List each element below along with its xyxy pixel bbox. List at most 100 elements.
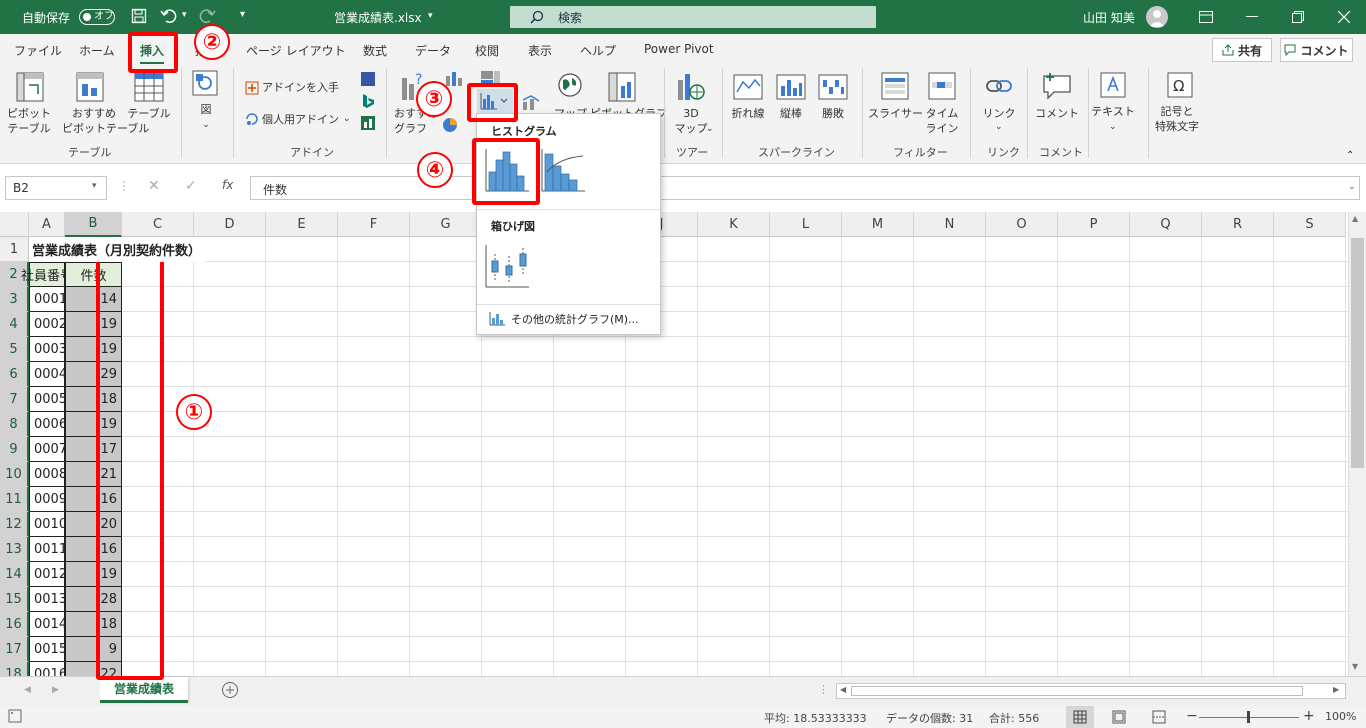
row-header[interactable]: 1 bbox=[0, 237, 29, 262]
redo-icon[interactable] bbox=[198, 8, 216, 24]
employee-id-cell[interactable]: 0002 bbox=[29, 312, 67, 337]
column-header-s[interactable]: S bbox=[1274, 212, 1346, 237]
employee-id-cell[interactable]: 0011 bbox=[29, 537, 67, 562]
employee-id-cell[interactable]: 0005 bbox=[29, 387, 67, 412]
page-layout-view-icon[interactable] bbox=[1112, 710, 1126, 724]
personal-addins-icon[interactable] bbox=[245, 112, 259, 126]
symbols-label[interactable]: 記号と 特殊文字 bbox=[1146, 104, 1208, 134]
symbol-icon[interactable]: Ω bbox=[1167, 72, 1193, 98]
search-box[interactable]: 検索 bbox=[510, 6, 876, 28]
tab-review[interactable]: 校閲 bbox=[475, 42, 499, 59]
link-icon[interactable] bbox=[985, 74, 1013, 98]
link-label[interactable]: リンク bbox=[980, 106, 1018, 121]
enter-icon[interactable]: ✓ bbox=[185, 178, 197, 194]
name-box-chevron-icon[interactable]: ▾ bbox=[92, 181, 97, 191]
select-all-corner[interactable] bbox=[0, 212, 29, 237]
employee-id-cell[interactable]: 0013 bbox=[29, 587, 67, 612]
autosave-toggle[interactable]: オフ bbox=[79, 9, 115, 25]
row-header[interactable]: 4 bbox=[0, 312, 29, 337]
ribbon-display-icon[interactable] bbox=[1183, 0, 1229, 34]
row-header[interactable]: 18 bbox=[0, 662, 29, 676]
scroll-left-icon[interactable]: ◀ bbox=[840, 685, 846, 694]
sparkline-winloss-icon[interactable] bbox=[818, 74, 848, 100]
personal-addins-label[interactable]: 個人用アドイン bbox=[262, 112, 339, 127]
header-cell-employee-id[interactable]: 社員番号 bbox=[21, 262, 73, 287]
employee-id-cell[interactable]: 0016 bbox=[29, 662, 67, 676]
people-graph-icon[interactable] bbox=[361, 116, 375, 130]
employee-id-cell[interactable]: 0007 bbox=[29, 437, 67, 462]
column-header-a[interactable]: A bbox=[29, 212, 65, 237]
zoom-slider-thumb[interactable] bbox=[1247, 711, 1250, 723]
column-header-n[interactable]: N bbox=[914, 212, 986, 237]
next-sheet-icon[interactable]: ▶ bbox=[52, 685, 59, 695]
slicer-icon[interactable] bbox=[881, 72, 909, 100]
column-header-f[interactable]: F bbox=[338, 212, 410, 237]
tab-home[interactable]: ホーム bbox=[79, 42, 115, 59]
column-header-b[interactable]: B bbox=[65, 212, 122, 237]
vertical-scroll-thumb[interactable] bbox=[1351, 238, 1364, 468]
column-header-k[interactable]: K bbox=[698, 212, 770, 237]
pivot-table-icon[interactable] bbox=[16, 72, 44, 102]
figure-icon[interactable] bbox=[192, 70, 218, 96]
table-icon[interactable] bbox=[134, 72, 164, 102]
file-name-chevron-icon[interactable]: ▾ bbox=[428, 11, 433, 21]
row-header[interactable]: 16 bbox=[0, 612, 29, 637]
employee-id-cell[interactable]: 0001 bbox=[29, 287, 67, 312]
text-chevron-icon[interactable]: ⌄ bbox=[1109, 120, 1117, 135]
new-comment-icon[interactable] bbox=[1042, 72, 1072, 100]
row-header[interactable]: 13 bbox=[0, 537, 29, 562]
row-header[interactable]: 9 bbox=[0, 437, 29, 462]
employee-id-cell[interactable]: 0003 bbox=[29, 337, 67, 362]
row-header[interactable]: 8 bbox=[0, 412, 29, 437]
pie-chart-icon[interactable] bbox=[440, 116, 462, 134]
boxplot-option[interactable] bbox=[483, 242, 531, 290]
more-statistic-charts-item[interactable]: その他の統計グラフ(M)... bbox=[489, 311, 639, 327]
sparkline-winloss-label[interactable]: 勝敗 bbox=[814, 106, 852, 121]
file-name[interactable]: 営業成績表.xlsx bbox=[334, 9, 422, 26]
zoom-level[interactable]: 100% bbox=[1325, 710, 1356, 723]
avatar[interactable] bbox=[1146, 6, 1168, 28]
minimize-icon[interactable] bbox=[1229, 0, 1275, 34]
timeline-label[interactable]: タイム ライン bbox=[922, 106, 962, 136]
row-header[interactable]: 11 bbox=[0, 487, 29, 512]
employee-id-cell[interactable]: 0004 bbox=[29, 362, 67, 387]
row-header[interactable]: 12 bbox=[0, 512, 29, 537]
timeline-icon[interactable] bbox=[928, 72, 956, 100]
prev-sheet-icon[interactable]: ◀ bbox=[24, 685, 31, 695]
personal-addins-chevron-icon[interactable]: ⌄ bbox=[343, 112, 351, 127]
vertical-scrollbar[interactable]: ▲ ▼ bbox=[1348, 212, 1366, 676]
3d-map-icon[interactable] bbox=[676, 72, 706, 102]
column-header-r[interactable]: R bbox=[1202, 212, 1274, 237]
sparkline-column-icon[interactable] bbox=[776, 74, 806, 100]
tab-file[interactable]: ファイル bbox=[14, 42, 62, 59]
employee-id-cell[interactable]: 0015 bbox=[29, 637, 67, 662]
close-icon[interactable] bbox=[1321, 0, 1366, 34]
employee-id-cell[interactable]: 0008 bbox=[29, 462, 67, 487]
row-header[interactable]: 17 bbox=[0, 637, 29, 662]
undo-dropdown-icon[interactable]: ▾ bbox=[182, 10, 187, 20]
tab-page-layout[interactable]: ページ レイアウト bbox=[246, 42, 346, 59]
employee-id-cell[interactable]: 0014 bbox=[29, 612, 67, 637]
zoom-out-icon[interactable]: − bbox=[1186, 708, 1198, 724]
zoom-in-icon[interactable]: + bbox=[1303, 708, 1315, 724]
tab-view[interactable]: 表示 bbox=[528, 42, 552, 59]
tab-formulas[interactable]: 数式 bbox=[363, 42, 387, 59]
get-addins-label[interactable]: アドインを入手 bbox=[262, 80, 339, 95]
share-button[interactable]: 共有 bbox=[1212, 38, 1272, 62]
undo-icon[interactable] bbox=[160, 8, 178, 24]
visio-icon[interactable] bbox=[361, 72, 375, 86]
comment-button[interactable]: コメント bbox=[1280, 38, 1353, 62]
tab-help[interactable]: ヘルプ bbox=[580, 42, 616, 59]
pivot-table-label[interactable]: ピボット テーブル bbox=[6, 106, 52, 136]
row-header[interactable]: 10 bbox=[0, 462, 29, 487]
macro-record-icon[interactable] bbox=[8, 709, 22, 723]
sheet-tab-active[interactable]: 営業成績表 bbox=[100, 677, 188, 703]
restore-icon[interactable] bbox=[1275, 0, 1321, 34]
pareto-option[interactable] bbox=[539, 146, 587, 194]
row-header[interactable]: 15 bbox=[0, 587, 29, 612]
pivot-chart-icon[interactable] bbox=[608, 72, 636, 102]
column-header-q[interactable]: Q bbox=[1130, 212, 1202, 237]
employee-id-cell[interactable]: 0006 bbox=[29, 412, 67, 437]
table-label[interactable]: テーブル bbox=[126, 106, 172, 121]
collapse-ribbon-icon[interactable]: ⌃ bbox=[1346, 150, 1354, 161]
